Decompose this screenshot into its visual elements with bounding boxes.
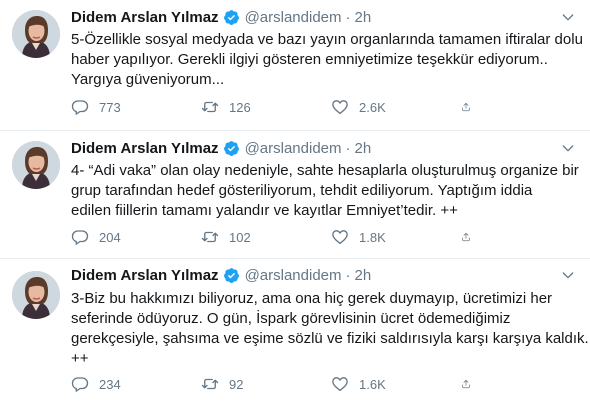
tweet-actions: 234 92 1.6K bbox=[71, 374, 481, 394]
retweet-count: 126 bbox=[229, 99, 251, 115]
tweet-timestamp[interactable]: 2h bbox=[355, 267, 372, 284]
reply-button[interactable]: 204 bbox=[71, 228, 201, 246]
tweet-text: 5-Özellikle sosyal medyada ve bazı yayın… bbox=[71, 30, 583, 90]
tweet-text: 4- “Adi vaka” olan olay nedeniyle, sahte… bbox=[71, 161, 580, 221]
separator-dot: · bbox=[345, 139, 351, 157]
tweet-text-line: haber yapılıyor. Gerekli ilgiyi gösteren… bbox=[71, 51, 548, 68]
share-icon bbox=[462, 232, 470, 242]
reply-icon bbox=[71, 100, 89, 115]
tweet-actions: 204 102 1.8K bbox=[71, 227, 481, 247]
like-button[interactable]: 2.6K bbox=[331, 98, 461, 116]
avatar[interactable] bbox=[12, 10, 60, 58]
tweet[interactable]: Didem Arslan Yılmaz @arslandidem · 2h 5-… bbox=[0, 0, 590, 130]
heart-icon bbox=[332, 377, 348, 392]
like-count: 1.8K bbox=[359, 229, 386, 245]
tweet-header: Didem Arslan Yılmaz @arslandidem · 2h bbox=[71, 7, 576, 27]
reply-count: 204 bbox=[99, 229, 121, 245]
reply-count: 234 bbox=[99, 376, 121, 392]
author-name[interactable]: Didem Arslan Yılmaz bbox=[71, 9, 219, 26]
separator-dot: · bbox=[345, 266, 351, 284]
tweet-header: Didem Arslan Yılmaz @arslandidem · 2h bbox=[71, 138, 576, 158]
verified-badge-icon bbox=[223, 267, 240, 284]
verified-badge-icon bbox=[223, 9, 240, 26]
author-handle[interactable]: @arslandidem bbox=[245, 9, 342, 26]
share-button[interactable] bbox=[461, 228, 481, 246]
tweet[interactable]: Didem Arslan Yılmaz @arslandidem · 2h 4-… bbox=[0, 130, 590, 258]
tweet[interactable]: Didem Arslan Yılmaz @arslandidem · 2h 3-… bbox=[0, 258, 590, 402]
tweet-text-line: gerekçesiyle, şahsıma ve eşime sözlü ve … bbox=[71, 330, 589, 347]
author-handle[interactable]: @arslandidem bbox=[245, 267, 342, 284]
tweet-text: 3-Biz bu hakkımızı biliyoruz, ama ona hi… bbox=[71, 289, 589, 369]
tweet-text-line: 3-Biz bu hakkımızı biliyoruz, ama ona hi… bbox=[71, 290, 553, 307]
reply-icon bbox=[71, 230, 89, 245]
chevron-down-icon[interactable] bbox=[560, 267, 576, 283]
reply-button[interactable]: 773 bbox=[71, 98, 201, 116]
verified-badge-icon bbox=[223, 140, 240, 157]
like-button[interactable]: 1.8K bbox=[331, 228, 461, 246]
tweet-text-line: grup tarafından hedef gösteriliyorum, te… bbox=[71, 182, 533, 199]
tweet-text-line: 4- “Adi vaka” olan olay nedeniyle, sahte… bbox=[71, 162, 579, 179]
reply-button[interactable]: 234 bbox=[71, 375, 201, 393]
retweet-icon bbox=[201, 101, 219, 113]
like-count: 1.6K bbox=[359, 376, 386, 392]
like-count: 2.6K bbox=[359, 99, 386, 115]
avatar[interactable] bbox=[12, 141, 60, 189]
avatar[interactable] bbox=[12, 271, 60, 319]
retweet-button[interactable]: 102 bbox=[201, 228, 331, 246]
tweet-text-line: Yargıya güveniyorum... bbox=[71, 71, 225, 88]
separator-dot: · bbox=[345, 8, 351, 26]
tweet-actions: 773 126 2.6K bbox=[71, 97, 481, 117]
share-icon bbox=[462, 379, 470, 389]
tweet-timestamp[interactable]: 2h bbox=[355, 140, 372, 157]
retweet-button[interactable]: 126 bbox=[201, 98, 331, 116]
like-button[interactable]: 1.6K bbox=[331, 375, 461, 393]
retweet-button[interactable]: 92 bbox=[201, 375, 331, 393]
heart-icon bbox=[332, 230, 348, 245]
heart-icon bbox=[332, 100, 348, 115]
tweet-text-line: seferinde ödüyoruz. O gün, İspark görevl… bbox=[71, 310, 511, 327]
share-button[interactable] bbox=[461, 375, 481, 393]
tweet-header: Didem Arslan Yılmaz @arslandidem · 2h bbox=[71, 265, 576, 285]
share-button[interactable] bbox=[461, 98, 481, 116]
retweet-icon bbox=[201, 378, 219, 390]
reply-count: 773 bbox=[99, 99, 121, 115]
author-handle[interactable]: @arslandidem bbox=[245, 140, 342, 157]
tweet-text-line: 5-Özellikle sosyal medyada ve bazı yayın… bbox=[71, 31, 583, 48]
tweet-text-line: edilen fiillerin tamamı yalandır ve kayı… bbox=[71, 202, 458, 219]
retweet-icon bbox=[201, 231, 219, 243]
share-icon bbox=[462, 102, 470, 112]
retweet-count: 92 bbox=[229, 376, 244, 392]
tweet-timestamp[interactable]: 2h bbox=[355, 9, 372, 26]
tweet-feed: Didem Arslan Yılmaz @arslandidem · 2h 5-… bbox=[0, 0, 590, 402]
author-name[interactable]: Didem Arslan Yılmaz bbox=[71, 140, 219, 157]
chevron-down-icon[interactable] bbox=[560, 140, 576, 156]
retweet-count: 102 bbox=[229, 229, 251, 245]
chevron-down-icon[interactable] bbox=[560, 9, 576, 25]
author-name[interactable]: Didem Arslan Yılmaz bbox=[71, 267, 219, 284]
reply-icon bbox=[71, 377, 89, 392]
tweet-text-line: ++ bbox=[71, 350, 89, 367]
